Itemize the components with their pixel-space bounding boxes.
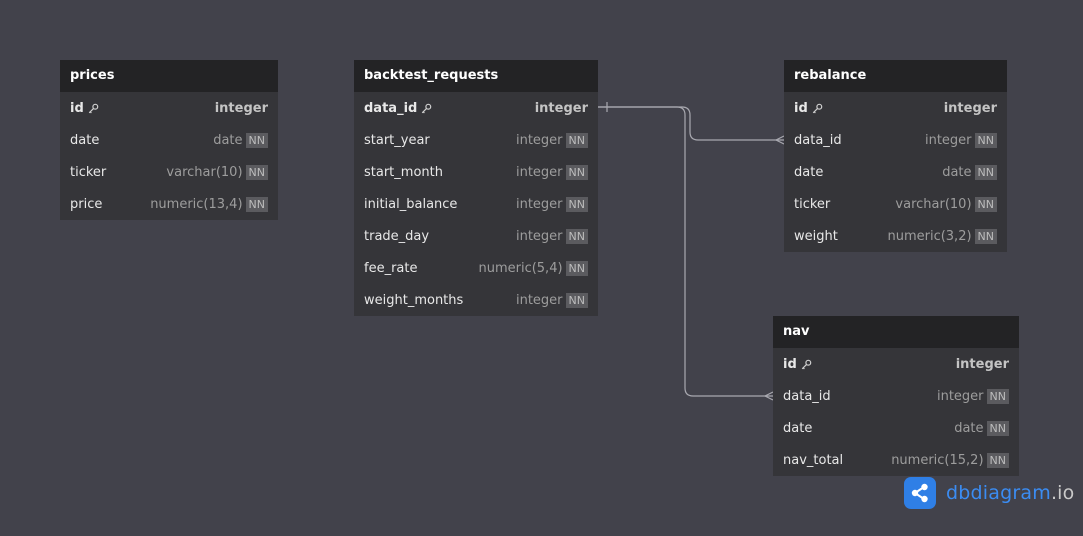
primary-key-icon <box>88 103 99 113</box>
field-row-date[interactable]: date date NN <box>773 412 1019 444</box>
table-backtest-requests[interactable]: backtest_requests data_id integer start_ye… <box>354 60 598 316</box>
brand-name-ext: .io <box>1050 482 1075 504</box>
not-null-badge: NN <box>986 388 1009 404</box>
field-type: integer <box>515 132 563 148</box>
field-name: id <box>70 100 84 116</box>
not-null-badge: NN <box>974 132 997 148</box>
field-type: date <box>942 164 972 180</box>
field-row-id[interactable]: id integer <box>784 92 1007 124</box>
field-row-ticker[interactable]: ticker varchar(10) NN <box>60 156 278 188</box>
primary-key-icon <box>812 103 823 113</box>
brand-name: dbdiagram.io <box>946 482 1074 504</box>
field-type: integer <box>515 196 563 212</box>
field-type: integer <box>936 388 984 404</box>
field-name: start_month <box>364 164 443 180</box>
field-name: start_year <box>364 132 430 148</box>
field-name: ticker <box>70 164 107 180</box>
field-type: date <box>954 420 984 436</box>
field-row-price[interactable]: price numeric(13,4) NN <box>60 188 278 220</box>
field-row-weight[interactable]: weight numeric(3,2) NN <box>784 220 1007 252</box>
field-name: id <box>783 356 797 372</box>
not-null-badge: NN <box>565 196 588 212</box>
field-type: integer <box>515 228 563 244</box>
field-type: integer <box>214 100 268 116</box>
field-row-nav-total[interactable]: nav_total numeric(15,2) NN <box>773 444 1019 476</box>
field-type: numeric(3,2) <box>887 228 972 244</box>
field-row-date[interactable]: date date NN <box>60 124 278 156</box>
field-name: id <box>794 100 808 116</box>
brand-watermark[interactable]: dbdiagram.io <box>904 477 1074 509</box>
field-type: integer <box>955 356 1009 372</box>
not-null-badge: NN <box>245 164 268 180</box>
table-header[interactable]: prices <box>60 60 278 92</box>
field-type: integer <box>924 132 972 148</box>
field-name: data_id <box>794 132 842 148</box>
not-null-badge: NN <box>565 260 588 276</box>
field-row-start-year[interactable]: start_year integer NN <box>354 124 598 156</box>
table-header[interactable]: rebalance <box>784 60 1007 92</box>
field-type: date <box>213 132 243 148</box>
field-row-data-id[interactable]: data_id integer <box>354 92 598 124</box>
relationship-line-rebalance <box>598 106 784 141</box>
field-row-trade-day[interactable]: trade_day integer NN <box>354 220 598 252</box>
field-name: weight <box>794 228 838 244</box>
field-name: date <box>794 164 824 180</box>
brand-name-main: dbdiagram <box>946 482 1051 504</box>
field-type: varchar(10) <box>166 164 243 180</box>
field-row-id[interactable]: id integer <box>773 348 1019 380</box>
field-name: trade_day <box>364 228 430 244</box>
field-name: weight_months <box>364 292 464 308</box>
field-type: integer <box>515 164 563 180</box>
field-name: fee_rate <box>364 260 418 276</box>
not-null-badge: NN <box>986 420 1009 436</box>
not-null-badge: NN <box>986 452 1009 468</box>
not-null-badge: NN <box>565 228 588 244</box>
field-row-data-id[interactable]: data_id integer NN <box>784 124 1007 156</box>
table-rebalance[interactable]: rebalance id integer data_id integer NN date d… <box>784 60 1007 252</box>
share-icon <box>904 477 936 509</box>
not-null-badge: NN <box>974 228 997 244</box>
table-header[interactable]: backtest_requests <box>354 60 598 92</box>
field-type: numeric(13,4) <box>150 196 243 212</box>
field-row-date[interactable]: date date NN <box>784 156 1007 188</box>
relationship-line-nav <box>598 106 773 397</box>
field-row-start-month[interactable]: start_month integer NN <box>354 156 598 188</box>
field-row-id[interactable]: id integer <box>60 92 278 124</box>
field-name: date <box>70 132 100 148</box>
table-header[interactable]: nav <box>773 316 1019 348</box>
table-prices[interactable]: prices id integer date date NN ticker varchar(… <box>60 60 278 220</box>
primary-key-icon <box>801 359 812 369</box>
not-null-badge: NN <box>974 164 997 180</box>
field-type: integer <box>515 292 563 308</box>
field-row-initial-balance[interactable]: initial_balance integer NN <box>354 188 598 220</box>
field-name: nav_total <box>783 452 844 468</box>
field-name: data_id <box>783 388 831 404</box>
not-null-badge: NN <box>245 196 268 212</box>
field-list: id integer date date NN ticker varchar(10) NN pr… <box>60 92 278 220</box>
field-row-weight-months[interactable]: weight_months integer NN <box>354 284 598 316</box>
table-nav[interactable]: nav id integer data_id integer NN date date NN n… <box>773 316 1019 476</box>
not-null-badge: NN <box>974 196 997 212</box>
field-type: integer <box>534 100 588 116</box>
field-list: id integer data_id integer NN date date NN nav_t… <box>773 348 1019 476</box>
field-type: varchar(10) <box>895 196 972 212</box>
field-row-ticker[interactable]: ticker varchar(10) NN <box>784 188 1007 220</box>
field-name: price <box>70 196 103 212</box>
field-type: numeric(15,2) <box>891 452 984 468</box>
field-name: ticker <box>794 196 831 212</box>
field-type: integer <box>943 100 997 116</box>
not-null-badge: NN <box>245 132 268 148</box>
field-row-data-id[interactable]: data_id integer NN <box>773 380 1019 412</box>
field-list: id integer data_id integer NN date date NN ticke… <box>784 92 1007 252</box>
not-null-badge: NN <box>565 292 588 308</box>
not-null-badge: NN <box>565 164 588 180</box>
field-list: data_id integer start_year integer NN start_m… <box>354 92 598 316</box>
field-name: date <box>783 420 813 436</box>
field-name: data_id <box>364 100 418 116</box>
not-null-badge: NN <box>565 132 588 148</box>
primary-key-icon <box>422 103 432 113</box>
field-row-fee-rate[interactable]: fee_rate numeric(5,4) NN <box>354 252 598 284</box>
field-name: initial_balance <box>364 196 458 212</box>
field-type: numeric(5,4) <box>478 260 563 276</box>
